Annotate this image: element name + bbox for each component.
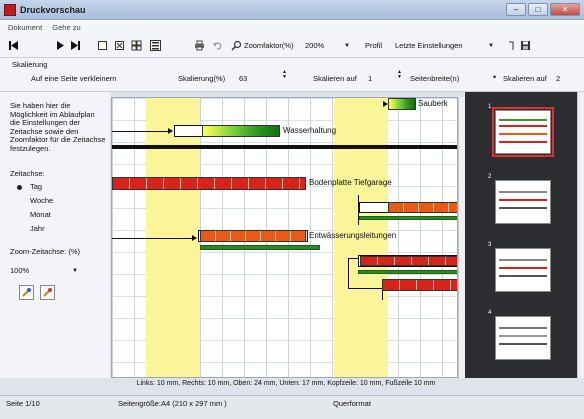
radio-monat[interactable] [17, 213, 22, 218]
task-bar-orange [388, 202, 457, 213]
option-tag-label: Tag [30, 182, 43, 191]
dependency-arrow [383, 101, 388, 107]
save-icon[interactable] [520, 40, 531, 51]
gantt-preview: Sauberk Wasserhaltung Bodenplatte Tiefga… [111, 97, 458, 378]
undo-icon[interactable] [212, 40, 223, 51]
task-bar-entwaesserung [200, 230, 306, 242]
timeaxis-label: Zeitachse: [10, 169, 45, 178]
zoom-timeaxis-select[interactable]: 100% [10, 266, 29, 276]
thumbnails-scrollbar[interactable] [577, 92, 584, 378]
task-bar-red [360, 256, 457, 266]
dependency-line [348, 258, 349, 288]
status-bar: Seite 1/10 Seitengröße:A4 (210 x 297 mm … [0, 395, 584, 419]
task-progress-bar [359, 216, 457, 220]
scale-to2-input[interactable]: 2 [556, 74, 560, 83]
scale-spinner-icon[interactable]: ▲ ▼ [282, 70, 287, 80]
scaling-title: Skalierung [12, 60, 48, 69]
last-page-icon[interactable] [70, 40, 81, 51]
fit-page-icon[interactable] [114, 40, 125, 51]
first-page-icon[interactable] [8, 40, 19, 51]
thumbnail-page-2[interactable] [495, 180, 551, 224]
timeaxis-panel: Sie haben hier die Möglichkeit im Ablauf… [0, 92, 110, 378]
profile-select[interactable]: Letzte Einstellungen [395, 40, 463, 52]
scale-percent-input[interactable]: 63 [239, 74, 247, 83]
fit-one-page-option[interactable]: Auf eine Seite verkleinern [31, 74, 116, 83]
menu-item-dokument[interactable]: Dokument [8, 23, 42, 32]
page-width-label: Seitenbreite(n) [410, 74, 460, 83]
option-woche-label: Woche [30, 196, 54, 205]
page-indicator: Seite 1/10 [6, 399, 40, 408]
radio-tag[interactable] [17, 185, 22, 190]
radio-woche[interactable] [17, 199, 22, 204]
scaling-panel: Skalierung Auf eine Seite verkleinern Sk… [0, 58, 584, 92]
scale-to2-label: Skalieren auf [503, 74, 547, 83]
scale-to2-radio-icon[interactable]: • [493, 72, 496, 82]
dependency-arrow [192, 235, 197, 241]
app-icon [4, 4, 16, 16]
zoom-chevron-down-icon[interactable]: ▼ [344, 40, 350, 52]
task-progress-bar [200, 245, 320, 250]
zoom-label: Zoomfaktor(%) [244, 41, 294, 50]
dependency-arrow [168, 128, 173, 134]
next-page-icon[interactable] [55, 40, 66, 51]
dependency-line [348, 288, 382, 289]
close-button[interactable]: ✕ [550, 3, 580, 16]
dependency-line [348, 258, 358, 259]
multi-page-icon[interactable] [131, 40, 142, 51]
thumb-number: 1 [488, 104, 492, 110]
single-page-icon[interactable] [97, 40, 108, 51]
scale-to-input[interactable]: 1 [368, 74, 372, 83]
print-icon[interactable] [194, 40, 205, 51]
thumb-number: 3 [488, 242, 492, 248]
page-size: Seitengröße:A4 (210 x 297 mm ) [118, 399, 227, 408]
dependency-line [112, 131, 168, 132]
task-bar-red [382, 279, 457, 291]
radio-jahr[interactable] [17, 227, 22, 232]
profile-label: Profil [365, 41, 383, 50]
maximize-button[interactable]: □ [528, 3, 548, 16]
menu-item-gehe-zu[interactable]: Gehe zu [52, 23, 80, 32]
thumbnail-page-3[interactable] [495, 248, 551, 292]
dependency-line [112, 238, 192, 239]
thumb-number: 2 [488, 174, 492, 180]
thumbnail-page-1[interactable] [492, 107, 554, 157]
option-monat-label: Monat [30, 210, 51, 219]
cursor-icon[interactable] [506, 40, 517, 51]
orientation: Querformat [333, 399, 371, 408]
task-label-wasserhaltung: Wasserhaltung [283, 126, 337, 135]
preview-scrollbar[interactable] [458, 97, 465, 378]
task-label-entwaesserung: Entwässerungsleitungen [309, 231, 397, 240]
thumbnail-page-4[interactable] [495, 316, 551, 360]
task-bar-sauberk [388, 98, 416, 110]
timeaxis-info-text: Sie haben hier die Möglichkeit im Ablauf… [10, 101, 106, 153]
task-label-bodenplatte: Bodenplatte Tiefgarage [309, 178, 392, 187]
profile-chevron-down-icon[interactable]: ▼ [488, 40, 494, 52]
zoom-timeaxis-label: Zoom-Zeitachse: (%) [10, 247, 81, 256]
zoom-icon[interactable] [231, 40, 242, 51]
thumb-number: 4 [488, 310, 492, 316]
task-bar-wasserhaltung [202, 125, 280, 137]
zoom-timeaxis-chevron-down-icon[interactable]: ▼ [72, 267, 78, 276]
layout-icon[interactable] [150, 40, 161, 51]
option-jahr-label: Jahr [30, 224, 45, 233]
toolbar: Zoomfaktor(%) 200% ▼ Profil Letzte Einst… [0, 34, 584, 58]
zoom-select[interactable]: 200% [305, 40, 324, 52]
scale-to-spinner-icon[interactable]: ▲ ▼ [397, 70, 402, 80]
task-progress-bar [358, 270, 457, 274]
page-thumbnails: 1 2 3 4 [465, 92, 577, 378]
zoom-out-icon[interactable] [40, 285, 55, 300]
title-bar: Druckvorschau – □ ✕ [0, 0, 584, 20]
minimize-button[interactable]: – [506, 3, 526, 16]
margins-info: Links: 10 mm, Rechts: 10 mm, Oben: 24 mm… [136, 380, 436, 387]
scale-to-label: Skalieren auf [313, 74, 357, 83]
window-title: Druckvorschau [20, 5, 86, 15]
scale-percent-label: Skalierung(%) [178, 74, 226, 83]
menu-bar: Dokument Gehe zu [0, 20, 584, 34]
zoom-in-icon[interactable] [19, 285, 34, 300]
timeline-separator [112, 145, 457, 149]
task-label-sauberk: Sauberk [418, 99, 448, 108]
task-bar-bodenplatte [112, 177, 306, 190]
